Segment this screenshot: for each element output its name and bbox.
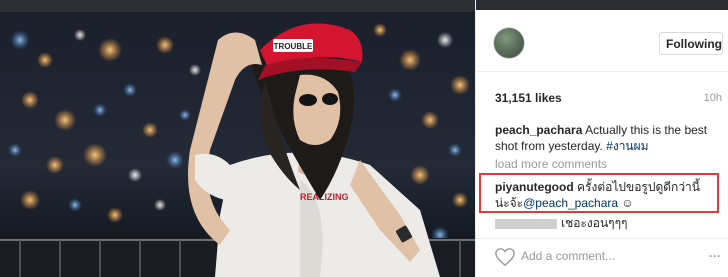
- caption-username[interactable]: peach_pachara: [495, 123, 582, 137]
- following-button[interactable]: Following: [659, 32, 723, 55]
- comment-text: เชอะงอนๆๆๆ: [561, 216, 628, 230]
- top-strip: [476, 0, 728, 10]
- load-more-comments-link[interactable]: load more comments: [495, 157, 607, 171]
- redacted-username[interactable]: [495, 218, 557, 229]
- likes-count[interactable]: 31,151 likes: [495, 91, 562, 105]
- comment-item: piyanutegood ครั้งต่อไปขอรูปดูดีกว่านี้น…: [495, 179, 709, 211]
- caption-hashtag[interactable]: #งานผม: [606, 139, 648, 153]
- post-photo[interactable]: REALIZING TROUBLE: [0, 0, 475, 277]
- comment-username[interactable]: piyanutegood: [495, 180, 574, 194]
- smile-emoji: ☺: [621, 196, 634, 210]
- photo-graphic: REALIZING TROUBLE: [0, 0, 475, 277]
- post-sidebar: Following 31,151 likes 10h peach_pachara…: [475, 0, 728, 277]
- avatar[interactable]: [493, 27, 525, 59]
- post-caption: peach_pachara Actually this is the best …: [495, 122, 723, 154]
- add-comment-input[interactable]: [521, 248, 671, 264]
- instagram-post-view: REALIZING TROUBLE Following 31,151 likes…: [0, 0, 728, 277]
- shirt-print: REALIZING: [300, 192, 349, 202]
- post-header: Following: [476, 10, 728, 72]
- post-time[interactable]: 10h: [704, 92, 722, 104]
- comment-mention[interactable]: @peach_pachara: [523, 196, 618, 210]
- comment-composer: ···: [476, 238, 728, 277]
- cap-patch-text: TROUBLE: [274, 42, 313, 51]
- heart-icon[interactable]: [494, 247, 516, 267]
- comment-item: เชอะงอนๆๆๆ: [495, 214, 628, 233]
- more-icon[interactable]: ···: [709, 249, 723, 263]
